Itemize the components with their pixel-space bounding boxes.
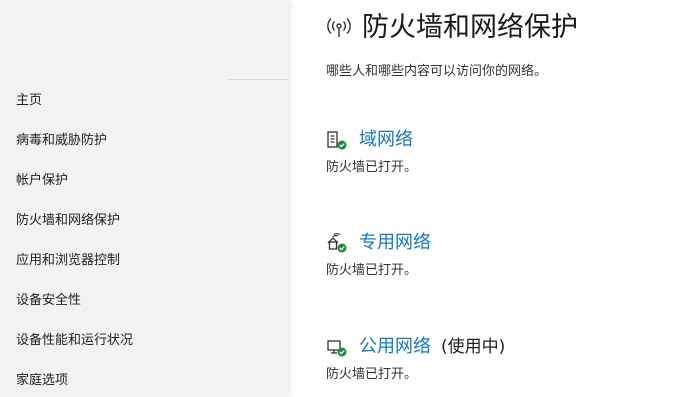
public-network-status: 防火墙已打开。 bbox=[326, 367, 418, 382]
private-network-link[interactable]: 专用网络 bbox=[359, 231, 431, 255]
private-network-status: 防火墙已打开。 bbox=[326, 263, 418, 278]
page-header: 防火墙和网络保护 bbox=[326, 10, 578, 46]
domain-network-header: 域网络 bbox=[326, 128, 666, 152]
wireless-antenna-icon bbox=[327, 18, 351, 37]
sidebar-divider bbox=[228, 79, 288, 80]
public-network-section: 公用网络 (使用中) 防火墙已打开。 bbox=[326, 335, 666, 383]
sidebar-item-account-protection[interactable]: 帐户保护 bbox=[16, 173, 68, 189]
public-network-icon bbox=[327, 340, 347, 357]
firewall-network-protection-window: 主页 病毒和威胁防护 帐户保护 防火墙和网络保护 应用和浏览器控制 设备安全性 … bbox=[0, 0, 675, 397]
private-network-section: 专用网络 防火墙已打开。 bbox=[326, 231, 666, 279]
sidebar-item-home[interactable]: 主页 bbox=[16, 93, 42, 109]
sidebar: 主页 病毒和威胁防护 帐户保护 防火墙和网络保护 应用和浏览器控制 设备安全性 … bbox=[0, 0, 288, 397]
main-content: 防火墙和网络保护 哪些人和哪些内容可以访问你的网络。 域网络 防火墙已打开。 专… bbox=[288, 0, 675, 397]
sidebar-item-firewall-network[interactable]: 防火墙和网络保护 bbox=[16, 213, 120, 229]
domain-network-link[interactable]: 域网络 bbox=[359, 128, 413, 152]
public-network-header: 公用网络 (使用中) bbox=[326, 335, 666, 359]
page-subtitle: 哪些人和哪些内容可以访问你的网络。 bbox=[326, 64, 548, 79]
public-network-in-use-label: (使用中) bbox=[441, 337, 506, 357]
private-network-icon bbox=[327, 233, 347, 253]
private-network-header: 专用网络 bbox=[326, 231, 666, 255]
public-network-link[interactable]: 公用网络 bbox=[359, 335, 431, 359]
sidebar-item-device-security[interactable]: 设备安全性 bbox=[16, 293, 81, 309]
domain-network-icon bbox=[327, 131, 347, 150]
domain-network-status: 防火墙已打开。 bbox=[326, 160, 418, 175]
page-title: 防火墙和网络保护 bbox=[362, 12, 578, 43]
domain-network-section: 域网络 防火墙已打开。 bbox=[326, 128, 666, 176]
sidebar-item-family-options[interactable]: 家庭选项 bbox=[16, 373, 68, 389]
sidebar-item-app-browser-control[interactable]: 应用和浏览器控制 bbox=[16, 253, 120, 269]
sidebar-item-device-performance-health[interactable]: 设备性能和运行状况 bbox=[16, 333, 133, 349]
sidebar-item-virus-threat-protection[interactable]: 病毒和威胁防护 bbox=[16, 133, 107, 149]
